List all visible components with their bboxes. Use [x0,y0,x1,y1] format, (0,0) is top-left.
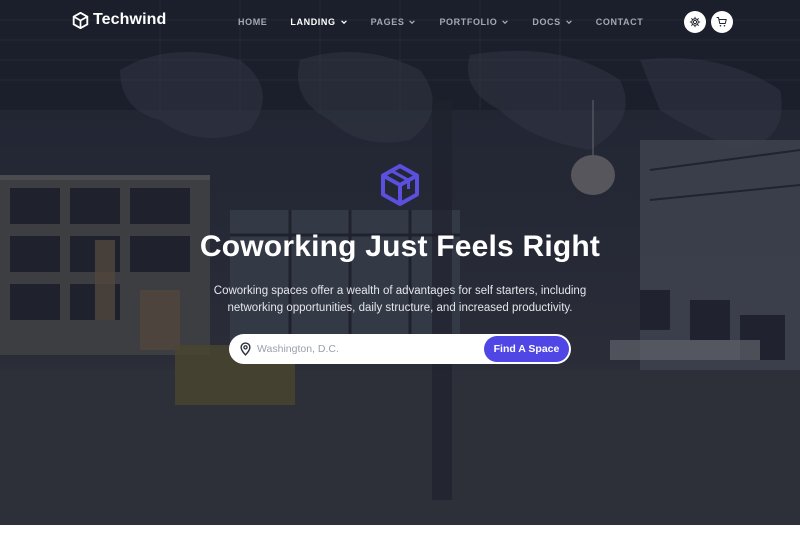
hero-subtitle: Coworking spaces offer a wealth of advan… [213,285,587,314]
nav-item-home[interactable]: HOME [238,15,267,29]
find-a-space-button[interactable]: Find A Space [484,336,569,362]
brand-cube-icon [72,11,89,29]
chevron-down-icon [340,20,347,25]
nav-item-pages[interactable]: PAGES [371,15,417,29]
brand-name: Techwind [93,11,167,28]
cart-icon [716,17,727,27]
cart-button[interactable] [711,11,733,33]
nav-item-docs[interactable]: DOCS [532,15,572,29]
location-search-form: Find A Space [229,334,571,364]
page-below-hero [0,525,800,550]
gear-icon [689,16,701,28]
navbar: Techwind HOME LANDING PAGES PORTFOLIO DO… [0,0,800,44]
chevron-down-icon [502,20,509,25]
nav-item-label: PORTFOLIO [439,17,498,27]
nav-item-label: DOCS [532,17,561,27]
nav-item-label: HOME [238,17,268,27]
nav-item-label: PAGES [370,17,405,27]
nav-actions [684,11,733,33]
chevron-down-icon [565,20,572,25]
nav-item-label: LANDING [290,17,336,27]
hexagon-cube-logo-icon [381,164,419,206]
brand-logo[interactable]: Techwind [72,11,166,29]
main-nav: HOME LANDING PAGES PORTFOLIO DOCS CONTAC… [238,15,666,29]
settings-button[interactable] [684,11,706,33]
hero-title: Coworking Just Feels Right [199,230,601,263]
nav-item-landing[interactable]: LANDING [290,15,347,29]
chevron-down-icon [409,20,416,25]
location-search-input[interactable] [257,339,497,359]
nav-item-contact[interactable]: CONTACT [596,15,644,29]
map-pin-icon [240,342,251,356]
nav-item-portfolio[interactable]: PORTFOLIO [439,15,509,29]
nav-item-label: CONTACT [595,17,644,27]
